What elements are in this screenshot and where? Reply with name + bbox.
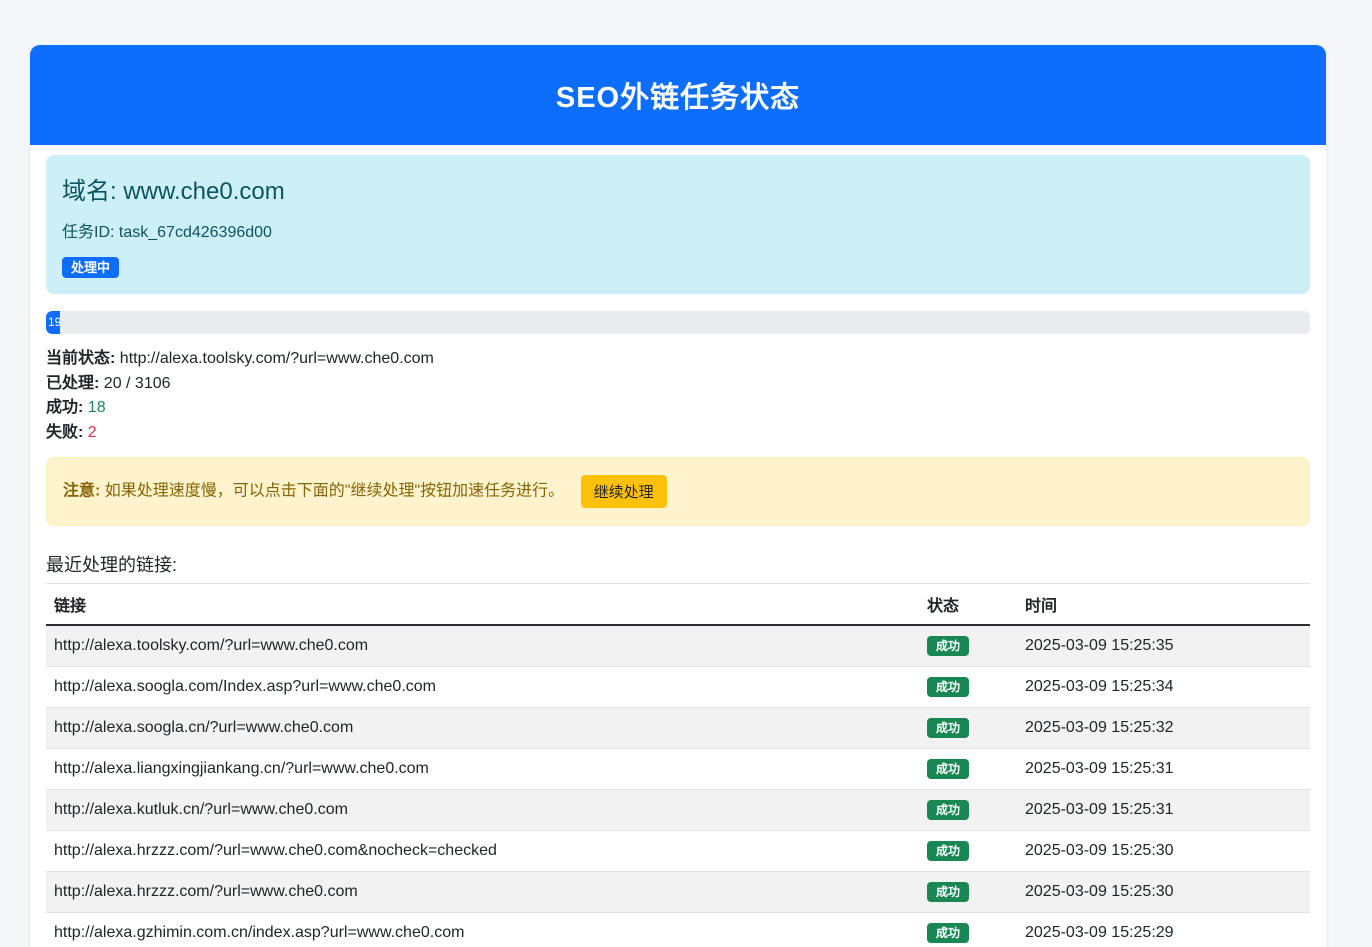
link-cell: http://alexa.kutluk.cn/?url=www.che0.com xyxy=(46,790,919,831)
main-container: SEO外链任务状态 域名: www.che0.com 任务ID: task_67… xyxy=(30,45,1326,947)
link-cell: http://alexa.liangxingjiankang.cn/?url=w… xyxy=(46,749,919,790)
fail-count: 2 xyxy=(88,424,97,441)
task-id-label: 任务ID: xyxy=(62,224,114,241)
processed-line: 已处理: 20 / 3106 xyxy=(46,375,1310,393)
status-badge: 成功 xyxy=(927,923,969,943)
link-cell: http://alexa.soogla.cn/?url=www.che0.com xyxy=(46,708,919,749)
processing-status-badge: 处理中 xyxy=(62,257,119,278)
time-cell: 2025-03-09 15:25:35 xyxy=(1017,625,1310,667)
page-title: SEO外链任务状态 xyxy=(556,74,800,116)
fail-line: 失败: 2 xyxy=(46,424,1310,442)
status-badge: 成功 xyxy=(927,759,969,779)
column-header-link: 链接 xyxy=(46,584,919,626)
success-label: 成功: xyxy=(46,399,83,416)
task-info-card: 域名: www.che0.com 任务ID: task_67cd426396d0… xyxy=(46,155,1310,294)
table-row: http://alexa.soogla.com/Index.asp?url=ww… xyxy=(46,667,1310,708)
table-row: http://alexa.hrzzz.com/?url=www.che0.com… xyxy=(46,872,1310,913)
progress-fill: 19% xyxy=(46,311,60,334)
status-badge: 成功 xyxy=(927,841,969,861)
time-cell: 2025-03-09 15:25:32 xyxy=(1017,708,1310,749)
continue-processing-button[interactable]: 继续处理 xyxy=(581,475,667,508)
status-badge: 成功 xyxy=(927,677,969,697)
page-header: SEO外链任务状态 xyxy=(30,45,1326,145)
current-status-line: 当前状态: http://alexa.toolsky.com/?url=www.… xyxy=(46,350,1310,368)
status-badge: 成功 xyxy=(927,636,969,656)
link-cell: http://alexa.soogla.com/Index.asp?url=ww… xyxy=(46,667,919,708)
status-badge: 成功 xyxy=(927,718,969,738)
recent-links-heading: 最近处理的链接: xyxy=(46,547,1310,577)
success-count: 18 xyxy=(88,399,106,416)
task-id-line: 任务ID: task_67cd426396d00 xyxy=(62,218,1294,242)
success-line: 成功: 18 xyxy=(46,399,1310,417)
notice-banner: 注意: 如果处理速度慢，可以点击下面的"继续处理"按钮加速任务进行。 继续处理 xyxy=(46,457,1310,526)
link-cell: http://alexa.toolsky.com/?url=www.che0.c… xyxy=(46,625,919,667)
table-row: http://alexa.liangxingjiankang.cn/?url=w… xyxy=(46,749,1310,790)
table-header-row: 链接 状态 时间 xyxy=(46,584,1310,626)
processed-value: 20 / 3106 xyxy=(104,375,171,392)
table-row: http://alexa.hrzzz.com/?url=www.che0.com… xyxy=(46,831,1310,872)
task-id-value: task_67cd426396d00 xyxy=(119,224,272,241)
status-block: 当前状态: http://alexa.toolsky.com/?url=www.… xyxy=(46,350,1310,441)
processed-label: 已处理: xyxy=(46,375,99,392)
page-content: 域名: www.che0.com 任务ID: task_67cd426396d0… xyxy=(30,145,1326,947)
status-badge: 成功 xyxy=(927,882,969,902)
table-row: http://alexa.gzhimin.com.cn/index.asp?ur… xyxy=(46,913,1310,947)
link-cell: http://alexa.hrzzz.com/?url=www.che0.com xyxy=(46,872,919,913)
current-status-url: http://alexa.toolsky.com/?url=www.che0.c… xyxy=(120,350,434,367)
status-badge: 成功 xyxy=(927,800,969,820)
domain-value: www.che0.com xyxy=(123,178,284,205)
column-header-time: 时间 xyxy=(1017,584,1310,626)
recent-links-table: 链接 状态 时间 http://alexa.toolsky.com/?url=w… xyxy=(46,583,1310,947)
table-row: http://alexa.kutluk.cn/?url=www.che0.com… xyxy=(46,790,1310,831)
time-cell: 2025-03-09 15:25:30 xyxy=(1017,872,1310,913)
table-row: http://alexa.toolsky.com/?url=www.che0.c… xyxy=(46,625,1310,667)
column-header-status: 状态 xyxy=(919,584,1017,626)
table-row: http://alexa.soogla.cn/?url=www.che0.com… xyxy=(46,708,1310,749)
domain-label: 域名: xyxy=(62,178,117,205)
domain-line: 域名: www.che0.com xyxy=(62,171,1294,206)
time-cell: 2025-03-09 15:25:34 xyxy=(1017,667,1310,708)
time-cell: 2025-03-09 15:25:31 xyxy=(1017,790,1310,831)
progress-bar: 19% xyxy=(46,311,1310,334)
link-cell: http://alexa.hrzzz.com/?url=www.che0.com… xyxy=(46,831,919,872)
link-cell: http://alexa.gzhimin.com.cn/index.asp?ur… xyxy=(46,913,919,947)
time-cell: 2025-03-09 15:25:31 xyxy=(1017,749,1310,790)
current-status-label: 当前状态: xyxy=(46,350,115,367)
time-cell: 2025-03-09 15:25:30 xyxy=(1017,831,1310,872)
notice-prefix: 注意: xyxy=(63,483,100,500)
fail-label: 失败: xyxy=(46,424,83,441)
notice-text: 如果处理速度慢，可以点击下面的"继续处理"按钮加速任务进行。 xyxy=(105,483,564,500)
time-cell: 2025-03-09 15:25:29 xyxy=(1017,913,1310,947)
